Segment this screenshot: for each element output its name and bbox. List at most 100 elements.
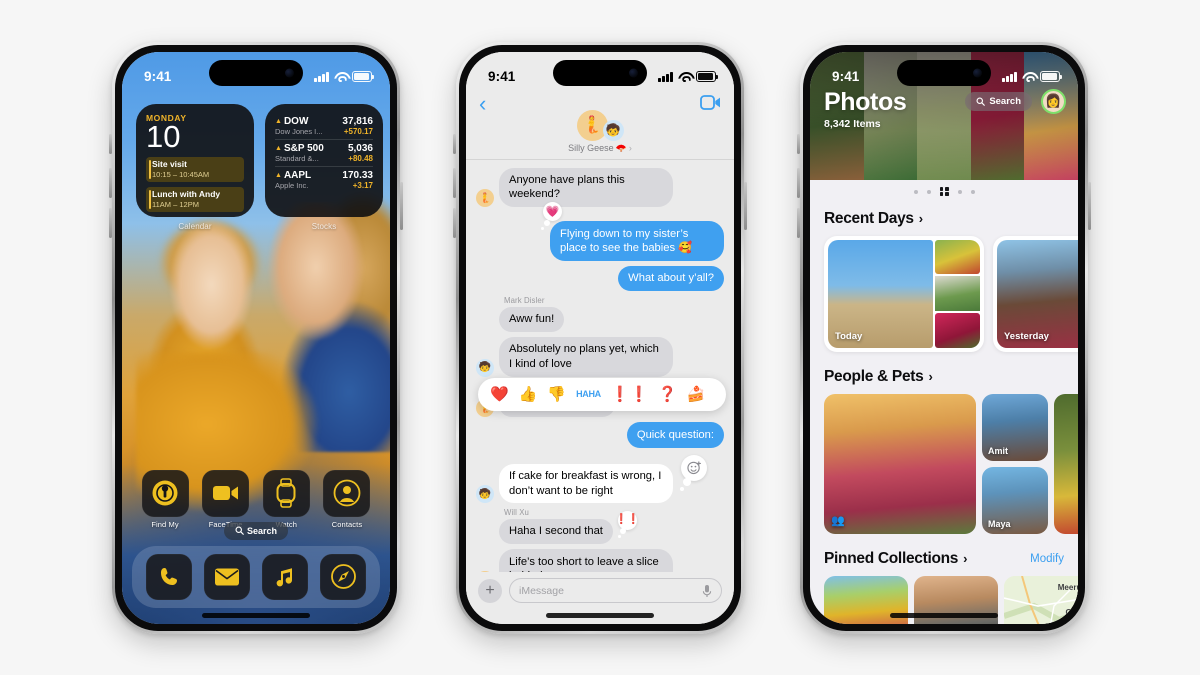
pager-dot[interactable]	[926, 189, 931, 194]
volume-down-button[interactable]	[109, 207, 112, 238]
tapback-option-heart[interactable]: ❤️	[490, 385, 509, 403]
message-bubble[interactable]: Aww fun!	[499, 306, 565, 332]
photos-pager[interactable]	[810, 185, 1078, 199]
home-indicator[interactable]	[546, 613, 654, 618]
avatar: 🧒	[476, 485, 494, 504]
imessage-input[interactable]: iMessage	[509, 578, 722, 603]
device-iphone-home: 9:41 MONDAY 10 Site visit 10:15 – 10:45A…	[109, 41, 403, 634]
stock-row[interactable]: ▲ DOW 37,816 Dow Jones I... +570.17	[275, 113, 373, 139]
action-button[interactable]	[797, 133, 800, 154]
message-row: 🧜 Anyone have plans this weekend?	[476, 167, 724, 208]
people-pets-row[interactable]: 👥 Amit Maya	[810, 393, 1078, 534]
photos-title-block: Photos 8,342 Items	[824, 89, 907, 130]
message-bubble[interactable]: Quick question:	[626, 422, 724, 448]
group-people-icon: 👥	[831, 514, 845, 527]
pager-dot[interactable]	[970, 189, 975, 194]
message-bubble[interactable]: If cake for breakfast is wrong, I don’t …	[499, 454, 707, 504]
pager-dot[interactable]	[913, 189, 918, 194]
app-facetime[interactable]: FaceTime	[199, 469, 253, 529]
power-button[interactable]	[400, 181, 403, 230]
section-header-people-pets[interactable]: People & Pets ›	[810, 368, 1078, 386]
action-button[interactable]	[453, 133, 456, 154]
message-bubble[interactable]: What about y’all?	[618, 265, 724, 292]
stock-symbol: S&P 500	[283, 142, 324, 154]
device-iphone-photos: 9:41 Photos 8,342 Items Search 👩 Recent …	[797, 41, 1091, 634]
avatar: 🧒	[602, 119, 624, 141]
messages-screen: 9:41 ‹ 🧜 🧒 Silly Geese 🪭 › 🧜 Anyone have…	[466, 51, 734, 624]
grid-icon[interactable]	[939, 187, 949, 196]
tapback-option-haha[interactable]: HAHA	[576, 389, 601, 398]
safari-icon[interactable]	[320, 553, 366, 600]
imessage-placeholder: iMessage	[519, 584, 564, 597]
stock-row[interactable]: ▲ S&P 500 5,036 Standard &... +80.48	[275, 138, 373, 166]
group-name[interactable]: Silly Geese 🪭 ›	[568, 143, 632, 154]
volume-up-button[interactable]	[109, 167, 112, 198]
message-bubble[interactable]: Anyone have plans this weekend?	[499, 167, 673, 208]
message-row: Flying down to my sister’s place to see …	[476, 202, 724, 261]
collection-card-map[interactable]: Meerut Ghaz Delhi	[1004, 575, 1078, 624]
tapback-option-thumbs-down[interactable]: 👎	[547, 385, 566, 403]
group-avatars[interactable]: 🧜 🧒	[568, 105, 632, 141]
back-button[interactable]: ‹	[479, 92, 486, 115]
add-tapback-button[interactable]	[680, 454, 707, 491]
action-button[interactable]	[109, 133, 112, 154]
message-bubble[interactable]: Life’s too short to leave a slice behind	[499, 549, 673, 572]
stock-row[interactable]: ▲ AAPL 170.33 Apple Inc. +3.17	[275, 165, 373, 193]
section-title: People & Pets	[824, 367, 924, 385]
person-card[interactable]: Maya	[982, 466, 1048, 534]
facetime-video-button[interactable]	[700, 94, 721, 115]
message-row: 🧒 Absolutely no plans yet, which I kind …	[476, 336, 724, 377]
chevron-right-icon: ›	[628, 143, 632, 153]
volume-down-button[interactable]	[797, 207, 800, 238]
tapback-heart[interactable]: 💗	[541, 202, 562, 231]
tapback-picker[interactable]: ❤️ 👍 👎 HAHA ❗❗ ❓ 🍰	[478, 377, 726, 411]
message-bubble[interactable]: Absolutely no plans yet, which I kind of…	[499, 336, 673, 377]
modify-button[interactable]: Modify	[1030, 553, 1064, 565]
section-header-recent-days[interactable]: Recent Days ›	[810, 210, 1078, 228]
microphone-icon[interactable]	[702, 584, 712, 598]
home-indicator[interactable]	[890, 613, 998, 618]
recent-day-card[interactable]: Today	[824, 235, 984, 352]
app-watch[interactable]: Watch	[259, 469, 313, 529]
stocks-widget[interactable]: ▲ DOW 37,816 Dow Jones I... +570.17 ▲ S&…	[265, 103, 383, 231]
volume-up-button[interactable]	[797, 167, 800, 198]
volume-down-button[interactable]	[453, 207, 456, 238]
photos-scroll-content[interactable]: Recent Days › Today Yesterday People & P…	[810, 202, 1078, 624]
message-bubble[interactable]: Flying down to my sister’s place to see …	[541, 202, 724, 261]
app-grid: Find My FaceTime Watch Contacts	[138, 469, 374, 529]
mail-icon[interactable]	[204, 553, 250, 600]
music-icon[interactable]	[262, 553, 308, 600]
power-button[interactable]	[1088, 181, 1091, 230]
pager-dot[interactable]	[957, 189, 962, 194]
message-row: Quick question:	[476, 422, 724, 448]
volume-up-button[interactable]	[453, 167, 456, 198]
people-card[interactable]: 👥	[824, 393, 976, 534]
account-avatar[interactable]: 👩	[1041, 88, 1066, 114]
person-card[interactable]	[1054, 393, 1078, 534]
calendar-event[interactable]: Lunch with Andy 11AM – 12PM	[146, 187, 244, 213]
power-button[interactable]	[744, 181, 747, 230]
home-indicator[interactable]	[202, 613, 310, 618]
home-search-button[interactable]: Search	[223, 521, 289, 540]
attachment-plus-button[interactable]: +	[478, 578, 502, 603]
message-sender: Mark Disler	[504, 296, 545, 306]
recent-days-row[interactable]: Today Yesterday	[810, 235, 1078, 352]
message-list[interactable]: 🧜 Anyone have plans this weekend? Flying…	[466, 159, 734, 572]
phone-icon[interactable]	[146, 553, 192, 600]
tapback-option-question[interactable]: ❓	[658, 385, 677, 403]
dynamic-island	[209, 59, 303, 86]
app-contacts[interactable]: Contacts	[320, 469, 374, 529]
tapback-option-thumbs-up[interactable]: 👍	[519, 385, 538, 403]
tapback-option-cake[interactable]: 🍰	[687, 385, 706, 403]
message-row: What about y’all?	[476, 265, 724, 292]
tapback-exclamation[interactable]: ❗❗	[615, 510, 640, 538]
calendar-widget[interactable]: MONDAY 10 Site visit 10:15 – 10:45AM Lun…	[136, 103, 254, 231]
tapback-option-exclamation[interactable]: ❗❗	[611, 385, 648, 403]
message-bubble[interactable]: Haha I second that ❗❗	[499, 510, 640, 545]
person-card[interactable]: Amit	[982, 393, 1048, 461]
section-header-pinned-collections[interactable]: Pinned Collections › Modify	[810, 550, 1078, 568]
calendar-event[interactable]: Site visit 10:15 – 10:45AM	[146, 156, 244, 183]
app-find-my[interactable]: Find My	[138, 469, 192, 529]
recent-day-card[interactable]: Yesterday	[993, 235, 1078, 352]
photos-search-button[interactable]: Search	[965, 91, 1032, 111]
